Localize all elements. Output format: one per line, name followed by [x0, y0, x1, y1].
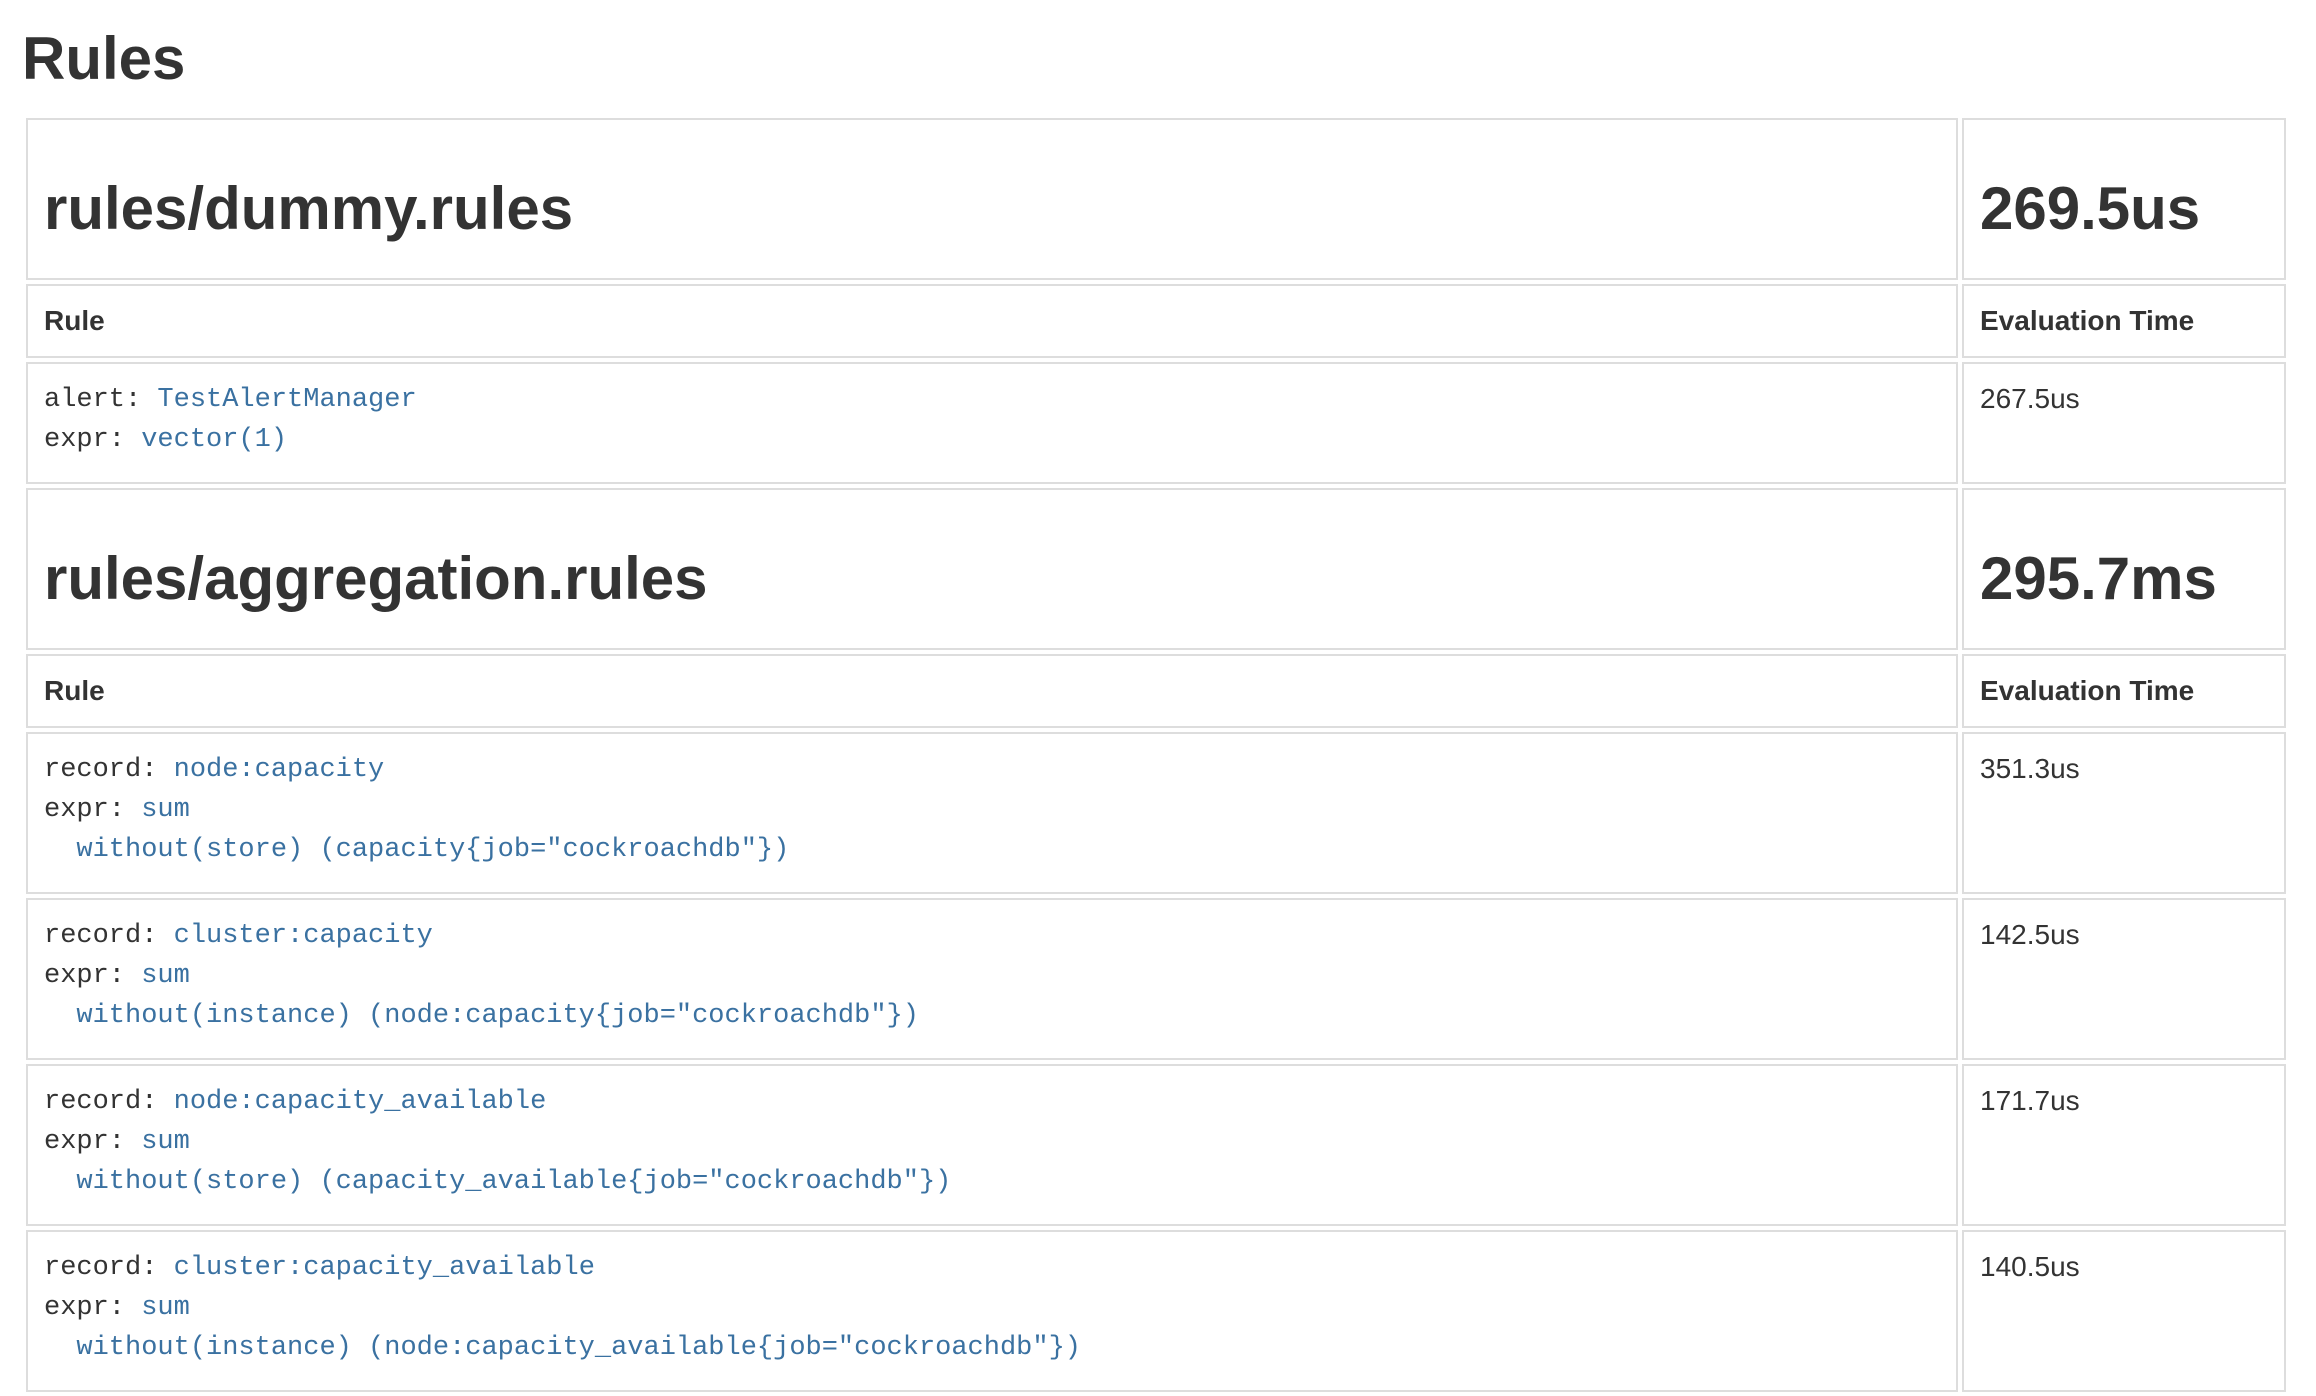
group-evaluation-time: 269.5us [1980, 176, 2268, 242]
rule-link[interactable]: sum [141, 1127, 190, 1157]
code-key: expr: [44, 1127, 141, 1157]
rule-column-header-cell: Rule [26, 284, 1958, 358]
group-name-cell: rules/aggregation.rules [26, 488, 1958, 650]
rule-evaluation-time: 171.7us [1962, 1064, 2286, 1226]
rule-row: record: cluster:capacity_availableexpr: … [26, 1230, 2286, 1392]
group-eval-time-cell: 269.5us [1962, 118, 2286, 280]
code-key: expr: [44, 425, 141, 455]
code-line: expr: sum [44, 790, 1940, 830]
rule-link[interactable]: sum [141, 1293, 190, 1323]
group-name-cell: rules/dummy.rules [26, 118, 1958, 280]
code-key: expr: [44, 795, 141, 825]
time-column-header-cell: Evaluation Time [1962, 654, 2286, 728]
code-line: expr: vector(1) [44, 420, 1940, 460]
code-line: without(store) (capacity{job="cockroachd… [44, 830, 1940, 870]
code-line: without(instance) (node:capacity_availab… [44, 1328, 1940, 1368]
rule-cell: alert: TestAlertManagerexpr: vector(1) [26, 362, 1958, 484]
code-key: record: [44, 921, 174, 951]
code-line: without(store) (capacity_available{job="… [44, 1162, 1940, 1202]
code-line: without(instance) (node:capacity{job="co… [44, 996, 1940, 1036]
group-evaluation-time: 295.7ms [1980, 546, 2268, 612]
code-line: record: cluster:capacity_available [44, 1248, 1940, 1288]
group-header-row: rules/dummy.rules 269.5us [26, 118, 2286, 280]
rule-evaluation-time: 142.5us [1962, 898, 2286, 1060]
code-line: expr: sum [44, 956, 1940, 996]
code-key: record: [44, 755, 174, 785]
rule-link[interactable]: without(instance) (node:capacity_availab… [44, 1333, 1081, 1363]
group-name: rules/dummy.rules [44, 176, 1940, 242]
rule-link[interactable]: cluster:capacity [174, 921, 433, 951]
rule-cell: record: node:capacity_availableexpr: sum… [26, 1064, 1958, 1226]
code-line: expr: sum [44, 1288, 1940, 1328]
code-key: expr: [44, 1293, 141, 1323]
rules-table: rules/dummy.rules 269.5us Rule Evaluatio… [22, 114, 2290, 1396]
group-header-row: rules/aggregation.rules 295.7ms [26, 488, 2286, 650]
rule-link[interactable]: sum [141, 795, 190, 825]
column-header-row: Rule Evaluation Time [26, 654, 2286, 728]
rule-cell: record: cluster:capacityexpr: sum withou… [26, 898, 1958, 1060]
code-line: record: cluster:capacity [44, 916, 1940, 956]
code-key: record: [44, 1253, 174, 1283]
rule-column-header: Rule [44, 675, 105, 706]
code-key: alert: [44, 385, 157, 415]
rule-link[interactable]: without(store) (capacity_available{job="… [44, 1167, 951, 1197]
rule-row: record: node:capacity_availableexpr: sum… [26, 1064, 2286, 1226]
code-key: record: [44, 1087, 174, 1117]
rule-code: record: cluster:capacity_availableexpr: … [44, 1248, 1940, 1368]
rule-code: alert: TestAlertManagerexpr: vector(1) [44, 380, 1940, 460]
rule-row: record: node:capacityexpr: sum without(s… [26, 732, 2286, 894]
group-name: rules/aggregation.rules [44, 546, 1940, 612]
rule-evaluation-time: 267.5us [1962, 362, 2286, 484]
rule-evaluation-time: 140.5us [1962, 1230, 2286, 1392]
rule-link[interactable]: TestAlertManager [157, 385, 416, 415]
rule-link[interactable]: cluster:capacity_available [174, 1253, 595, 1283]
rule-row: alert: TestAlertManagerexpr: vector(1) 2… [26, 362, 2286, 484]
code-line: record: node:capacity_available [44, 1082, 1940, 1122]
rule-cell: record: cluster:capacity_availableexpr: … [26, 1230, 1958, 1392]
rule-code: record: node:capacityexpr: sum without(s… [44, 750, 1940, 870]
rule-link[interactable]: without(store) (capacity{job="cockroachd… [44, 835, 789, 865]
rule-link[interactable]: node:capacity [174, 755, 385, 785]
rule-link[interactable]: node:capacity_available [174, 1087, 547, 1117]
rule-link[interactable]: without(instance) (node:capacity{job="co… [44, 1001, 919, 1031]
page-title: Rules [22, 26, 2290, 92]
rule-column-header: Rule [44, 305, 105, 336]
rule-cell: record: node:capacityexpr: sum without(s… [26, 732, 1958, 894]
rule-link[interactable]: sum [141, 961, 190, 991]
rule-column-header-cell: Rule [26, 654, 1958, 728]
rule-link[interactable]: vector(1) [141, 425, 287, 455]
group-eval-time-cell: 295.7ms [1962, 488, 2286, 650]
code-line: expr: sum [44, 1122, 1940, 1162]
column-header-row: Rule Evaluation Time [26, 284, 2286, 358]
rule-evaluation-time: 351.3us [1962, 732, 2286, 894]
time-column-header: Evaluation Time [1980, 675, 2194, 706]
rule-row: record: cluster:capacityexpr: sum withou… [26, 898, 2286, 1060]
code-line: alert: TestAlertManager [44, 380, 1940, 420]
rule-code: record: node:capacity_availableexpr: sum… [44, 1082, 1940, 1202]
code-key: expr: [44, 961, 141, 991]
rule-code: record: cluster:capacityexpr: sum withou… [44, 916, 1940, 1036]
code-line: record: node:capacity [44, 750, 1940, 790]
time-column-header: Evaluation Time [1980, 305, 2194, 336]
time-column-header-cell: Evaluation Time [1962, 284, 2286, 358]
